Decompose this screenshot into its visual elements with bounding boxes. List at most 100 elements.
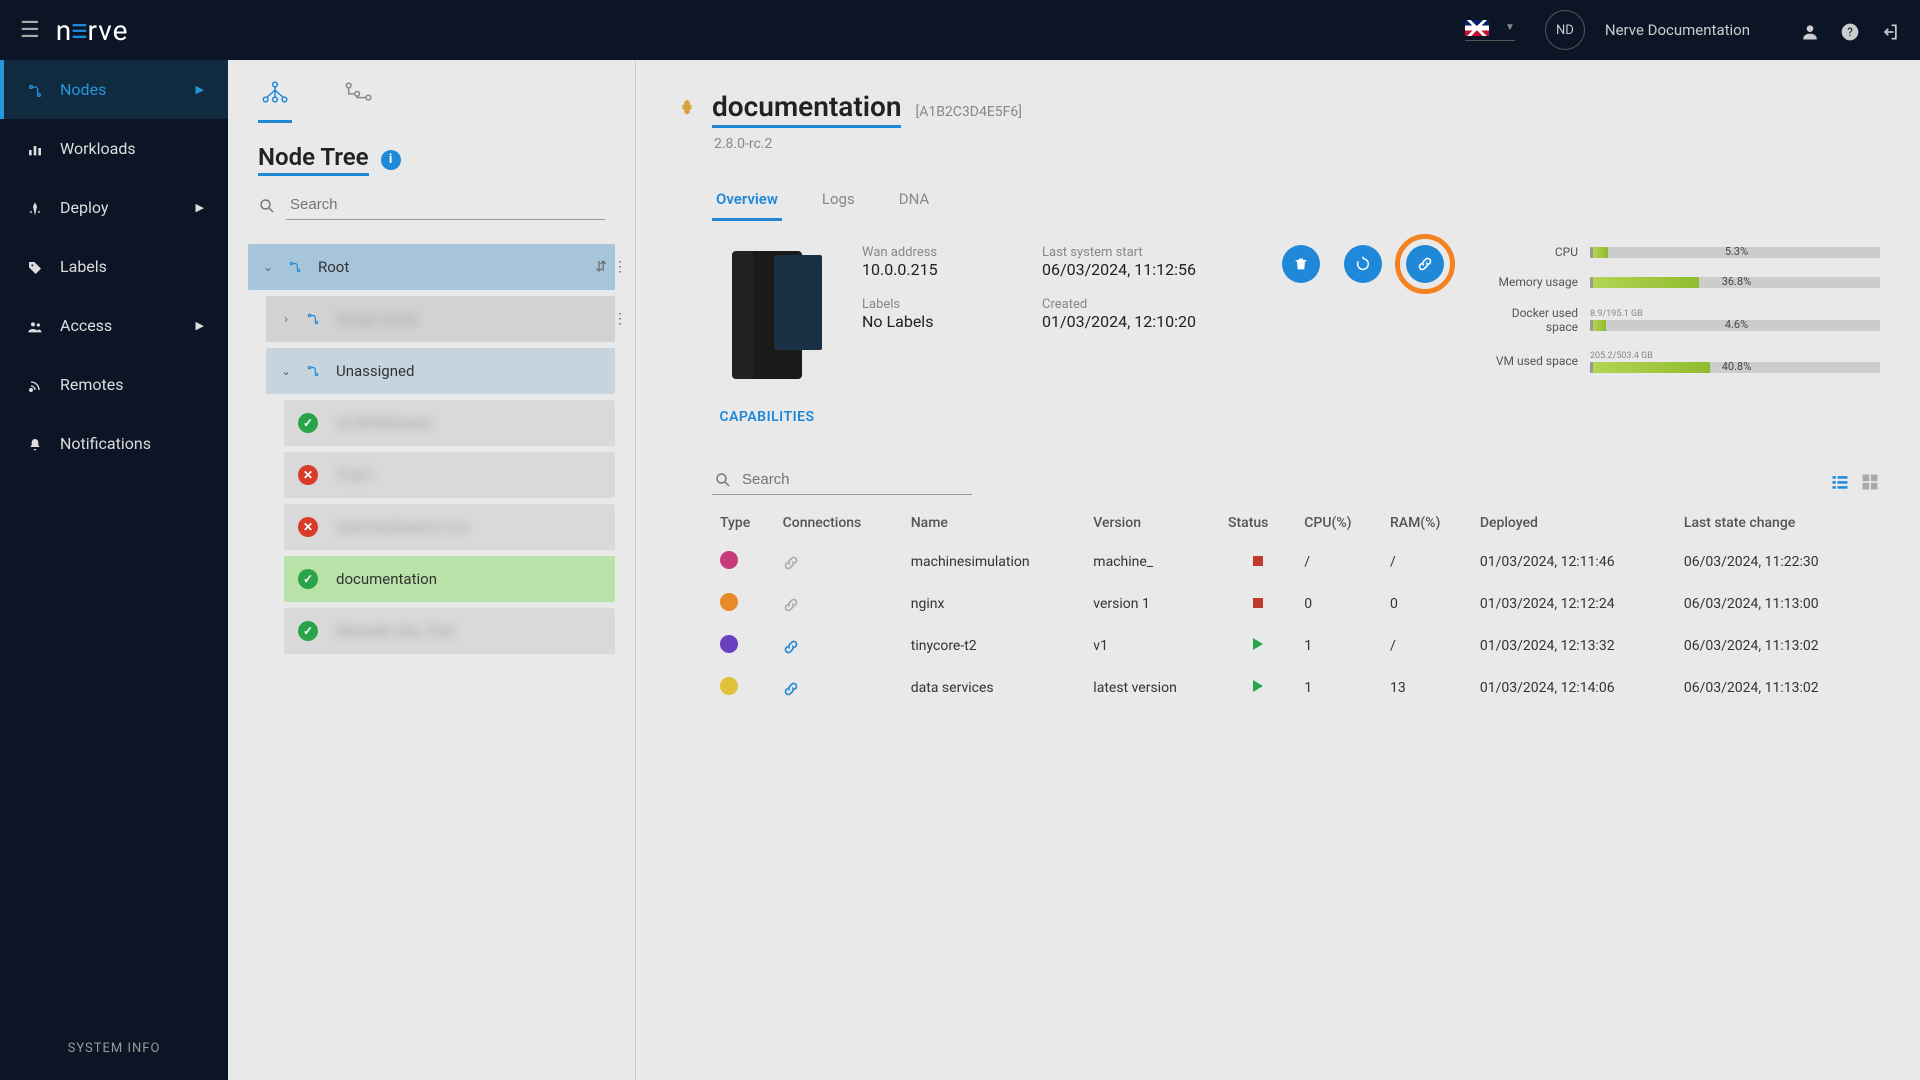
search-icon: [258, 195, 276, 216]
status-running-icon: [1253, 680, 1263, 692]
chevron-down-icon[interactable]: ⌄: [248, 260, 288, 274]
metric-bar: 36.8%: [1590, 277, 1880, 288]
table-header[interactable]: Last state change: [1676, 505, 1880, 541]
tree-view-tabs: [228, 60, 635, 123]
table-row[interactable]: machinesimulationmachine_//01/03/2024, 1…: [712, 541, 1880, 583]
sidebar-item-labels[interactable]: Labels: [0, 237, 228, 296]
sort-icon[interactable]: ⇵: [595, 259, 607, 275]
documentation-link[interactable]: Nerve Documentation: [1605, 21, 1750, 39]
sidebar-item-label: Labels: [60, 257, 107, 276]
status-icon: ✓: [298, 413, 318, 433]
sidebar-item-deploy[interactable]: Deploy ▶: [0, 178, 228, 237]
table-header[interactable]: Name: [903, 505, 1086, 541]
cell-name: nginx: [903, 583, 1086, 625]
tab-dna[interactable]: DNA: [895, 184, 933, 221]
tree-leaf[interactable]: ✕Auto-bookworm run: [284, 504, 615, 550]
tree-leaf[interactable]: ✓Af NVIDIAauto: [284, 400, 615, 446]
table-header[interactable]: Version: [1085, 505, 1220, 541]
svg-text:?: ?: [1847, 25, 1853, 39]
tree-leaf[interactable]: ✓Remade site_Test: [284, 608, 615, 654]
tree-node-root[interactable]: ⌄ Root ⇵ ⋮: [248, 244, 615, 290]
tree-node-label: Group name: [336, 310, 615, 328]
sidebar-item-nodes[interactable]: Nodes ▶: [0, 60, 228, 119]
chevron-down-icon[interactable]: ⌄: [266, 364, 306, 378]
avatar[interactable]: ND: [1545, 10, 1585, 50]
metric-label: VM used space: [1484, 354, 1590, 368]
cell-ram: 0: [1382, 583, 1472, 625]
tree-search: [228, 180, 635, 238]
tree-node-label: Root: [318, 258, 595, 276]
tree-node-unassigned[interactable]: ⌄ Unassigned: [266, 348, 615, 394]
node-actions: [1282, 245, 1444, 283]
tree-title: Node Tree: [258, 143, 369, 176]
help-icon[interactable]: ?: [1840, 18, 1860, 42]
info-label: Labels: [862, 297, 1032, 312]
metric-row: Memory usage36.8%: [1484, 275, 1880, 289]
tree-node-label: Unassigned: [336, 362, 615, 380]
topbar: ☰ n≡rve ▼ ND Nerve Documentation ?: [0, 0, 1920, 60]
node-id: [A1B2C3D4E5F6]: [915, 104, 1021, 120]
table-header[interactable]: Deployed: [1472, 505, 1676, 541]
metric-value: 40.8%: [1722, 360, 1752, 373]
workload-type-icon: [720, 635, 738, 653]
connection-icon[interactable]: [783, 553, 799, 572]
folder-icon: [306, 363, 336, 379]
list-view-button[interactable]: [1830, 468, 1850, 492]
tab-overview[interactable]: Overview: [712, 184, 782, 221]
tree-leaf[interactable]: ✕True1: [284, 452, 615, 498]
cell-cpu: 0: [1296, 583, 1382, 625]
chevron-right-icon[interactable]: ›: [266, 312, 306, 326]
tree-tab-list[interactable]: [342, 74, 376, 123]
status-running-icon: [1253, 638, 1263, 650]
info-label: Created: [1042, 297, 1242, 312]
capabilities-link[interactable]: CAPABILITIES: [712, 409, 822, 425]
table-row[interactable]: tinycore-t2v11/01/03/2024, 12:13:3206/03…: [712, 625, 1880, 667]
tree-search-input[interactable]: [286, 190, 605, 220]
table-row[interactable]: data serviceslatest version11301/03/2024…: [712, 667, 1880, 709]
kebab-icon[interactable]: ⋮: [613, 259, 627, 275]
remotes-icon: [24, 375, 46, 394]
delete-button[interactable]: [1282, 245, 1320, 283]
sidebar-item-label: Notifications: [60, 434, 151, 453]
user-icon[interactable]: [1800, 18, 1820, 42]
tree-leaf-label: documentation: [336, 570, 615, 588]
reboot-button[interactable]: [1344, 245, 1382, 283]
cell-ram: /: [1382, 541, 1472, 583]
kebab-icon[interactable]: ⋮: [613, 311, 627, 327]
sidebar-item-notifications[interactable]: Notifications: [0, 414, 228, 473]
system-info-link[interactable]: SYSTEM INFO: [0, 1017, 228, 1080]
table-header[interactable]: Type: [712, 505, 775, 541]
tree-tab-tree[interactable]: [258, 74, 292, 123]
cell-deployed: 01/03/2024, 12:11:46: [1472, 541, 1676, 583]
connection-icon[interactable]: [783, 637, 799, 656]
metric-value: 4.6%: [1725, 318, 1748, 331]
uk-flag-icon: [1465, 20, 1489, 36]
info-icon[interactable]: i: [381, 150, 401, 170]
table-header[interactable]: Connections: [775, 505, 903, 541]
tree-node-group[interactable]: › Group name ⋮: [266, 296, 615, 342]
sidebar-item-access[interactable]: Access ▶: [0, 296, 228, 355]
grid-view-button[interactable]: [1860, 468, 1880, 492]
connection-icon[interactable]: [783, 679, 799, 698]
cell-cpu: 1: [1296, 625, 1382, 667]
table-header[interactable]: CPU(%): [1296, 505, 1382, 541]
hamburger-icon[interactable]: ☰: [20, 18, 40, 43]
sidebar-item-workloads[interactable]: Workloads: [0, 119, 228, 178]
node-tree-panel: Node Tree i ⌄ Root ⇵ ⋮ › Group name ⋮ ⌄ …: [228, 60, 636, 1080]
table-header[interactable]: RAM(%): [1382, 505, 1472, 541]
workload-type-icon: [720, 593, 738, 611]
table-header[interactable]: Status: [1220, 505, 1296, 541]
info-value: 01/03/2024, 12:10:20: [1042, 312, 1242, 331]
language-selector[interactable]: ▼: [1465, 20, 1515, 41]
cell-deployed: 01/03/2024, 12:12:24: [1472, 583, 1676, 625]
tab-logs[interactable]: Logs: [818, 184, 859, 221]
sidebar-item-remotes[interactable]: Remotes: [0, 355, 228, 414]
tree-leaf[interactable]: ✓documentation: [284, 556, 615, 602]
connect-button[interactable]: [1406, 245, 1444, 283]
cell-version: version 1: [1085, 583, 1220, 625]
workload-search-input[interactable]: [738, 465, 972, 494]
connection-icon[interactable]: [783, 595, 799, 614]
cell-deployed: 01/03/2024, 12:14:06: [1472, 667, 1676, 709]
logout-icon[interactable]: [1880, 18, 1900, 42]
table-row[interactable]: nginxversion 10001/03/2024, 12:12:2406/0…: [712, 583, 1880, 625]
